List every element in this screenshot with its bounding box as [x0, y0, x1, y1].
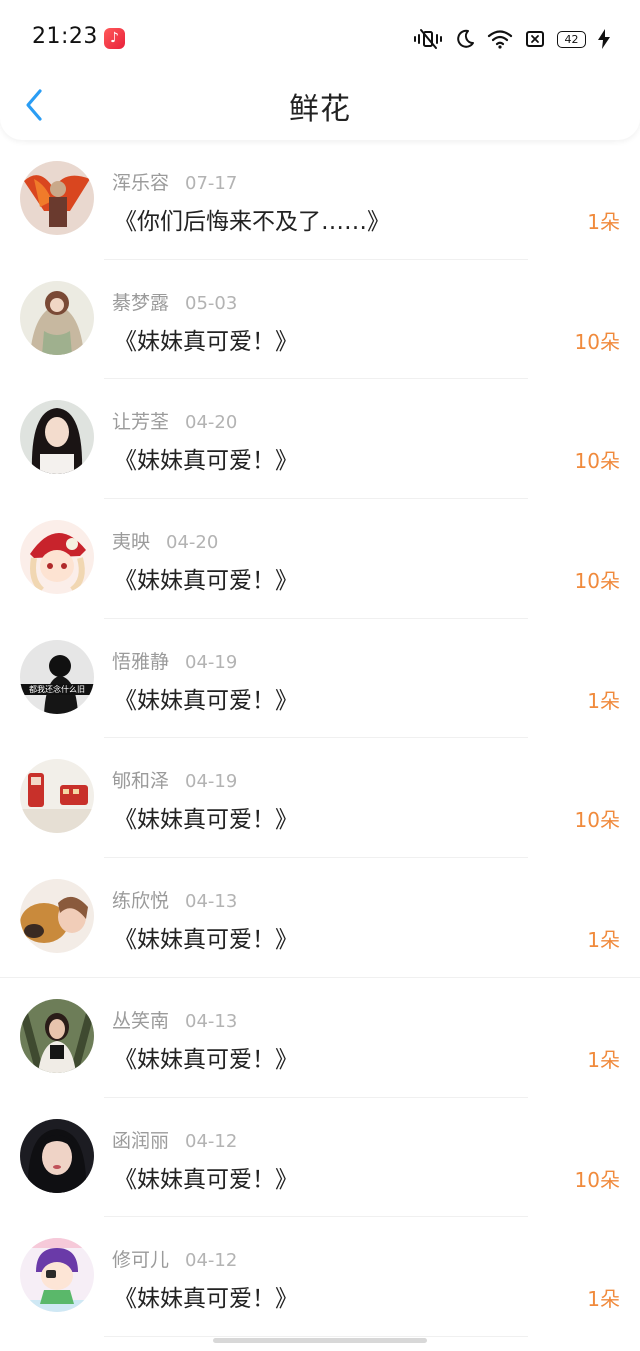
gift-date: 04-19 [185, 651, 238, 673]
sender-name: 浑乐容 [112, 172, 170, 194]
flower-count: 1朵 [587, 1047, 620, 1072]
sender-name: 丛笑南 [112, 1009, 170, 1032]
charging-icon [598, 29, 610, 49]
avatar[interactable] [20, 759, 94, 834]
list-item[interactable]: 丛笑南 04-13 《妹妹真可爱！》 1朵 [0, 978, 640, 1098]
list-item[interactable]: 练欣悦 04-13 《妹妹真可爱！》 1朵 [0, 858, 640, 978]
avatar[interactable] [20, 520, 94, 595]
gift-message: 《妹妹真可爱！》 [114, 687, 298, 714]
avatar[interactable]: 都我还念什么旧 [20, 639, 94, 714]
vibrate-mute-icon [413, 28, 443, 50]
flower-count: 1朵 [587, 928, 620, 953]
flower-count: 10朵 [574, 1167, 620, 1192]
gift-message: 《妹妹真可爱！》 [114, 807, 298, 834]
list-item[interactable]: 夷映 04-20 《妹妹真可爱！》 10朵 [0, 499, 640, 619]
flower-count: 1朵 [587, 210, 620, 234]
status-time: 21:23 [32, 24, 98, 49]
music-app-icon: ♪ [104, 28, 125, 49]
avatar[interactable] [20, 400, 94, 475]
avatar[interactable] [20, 1238, 94, 1313]
header: 21:23 ♪ 42 鲜花 [0, 0, 640, 140]
flower-gift-list: 浑乐容 07-17 《你们后悔来不及了……》 1朵 綦梦露 05-03 《妹妹真可爱… [0, 140, 640, 1337]
gift-message: 《妹妹真可爱！》 [114, 568, 298, 595]
sender-name: 让芳荃 [112, 411, 170, 434]
gift-date: 04-20 [166, 532, 219, 554]
gift-message: 《妹妹真可爱！》 [114, 1046, 298, 1073]
flower-count: 10朵 [574, 449, 620, 474]
wifi-icon [487, 29, 513, 49]
gift-date: 04-12 [185, 1250, 238, 1272]
sender-name: 郇和泽 [112, 770, 170, 793]
gift-date: 04-19 [185, 771, 238, 793]
flower-count: 10朵 [574, 329, 620, 354]
gift-message: 《妹妹真可爱！》 [114, 927, 298, 954]
battery-icon: 42 [557, 30, 586, 48]
sender-name: 夷映 [112, 531, 151, 554]
flower-count: 10朵 [574, 808, 620, 833]
sender-name: 綦梦露 [112, 291, 170, 314]
moon-icon [455, 29, 475, 49]
gift-date: 07-17 [185, 173, 238, 194]
gift-date: 04-20 [185, 412, 238, 434]
gift-message: 《妹妹真可爱！》 [114, 328, 298, 355]
status-icons: 42 [413, 26, 610, 52]
list-item[interactable]: 綦梦露 05-03 《妹妹真可爱！》 10朵 [0, 260, 640, 380]
gift-message: 《妹妹真可爱！》 [114, 1286, 298, 1313]
gift-date: 04-13 [185, 891, 238, 913]
sender-name: 修可儿 [112, 1249, 170, 1272]
avatar[interactable] [20, 998, 94, 1073]
avatar[interactable] [20, 280, 94, 355]
list-item[interactable]: 浑乐容 07-17 《你们后悔来不及了……》 1朵 [0, 140, 640, 260]
avatar[interactable] [20, 161, 94, 235]
flower-count: 1朵 [587, 1287, 620, 1312]
gift-message: 《妹妹真可爱！》 [114, 448, 298, 475]
gift-date: 05-03 [185, 292, 238, 314]
list-item[interactable]: 让芳荃 04-20 《妹妹真可爱！》 10朵 [0, 379, 640, 500]
sim-off-icon [525, 30, 545, 48]
page-title: 鲜花 [289, 92, 351, 127]
divider [104, 1335, 528, 1337]
list-item[interactable]: 都我还念什么旧 悟雅静 04-19 《妹妹真可爱！》 1朵 [0, 619, 640, 739]
gift-date: 04-13 [185, 1010, 238, 1032]
flower-count: 10朵 [574, 569, 620, 594]
list-item[interactable]: 修可儿 04-12 《妹妹真可爱！》 1朵 [0, 1217, 640, 1337]
avatar-caption: 都我还念什么旧 [29, 684, 85, 694]
avatar[interactable] [20, 879, 94, 954]
list-item[interactable]: 函润丽 04-12 《妹妹真可爱！》 10朵 [0, 1098, 640, 1218]
battery-level: 42 [557, 30, 586, 48]
list-item[interactable]: 郇和泽 04-19 《妹妹真可爱！》 10朵 [0, 738, 640, 859]
gift-message: 《妹妹真可爱！》 [114, 1166, 298, 1193]
home-indicator[interactable] [213, 1338, 427, 1343]
sender-name: 练欣悦 [112, 890, 170, 913]
status-bar: 21:23 ♪ 42 [0, 0, 640, 78]
sender-name: 函润丽 [112, 1129, 170, 1152]
sender-name: 悟雅静 [112, 650, 170, 673]
gift-message: 《你们后悔来不及了……》 [114, 209, 390, 235]
gift-date: 04-12 [185, 1130, 238, 1152]
avatar[interactable] [20, 1118, 94, 1193]
flower-count: 1朵 [587, 688, 620, 713]
